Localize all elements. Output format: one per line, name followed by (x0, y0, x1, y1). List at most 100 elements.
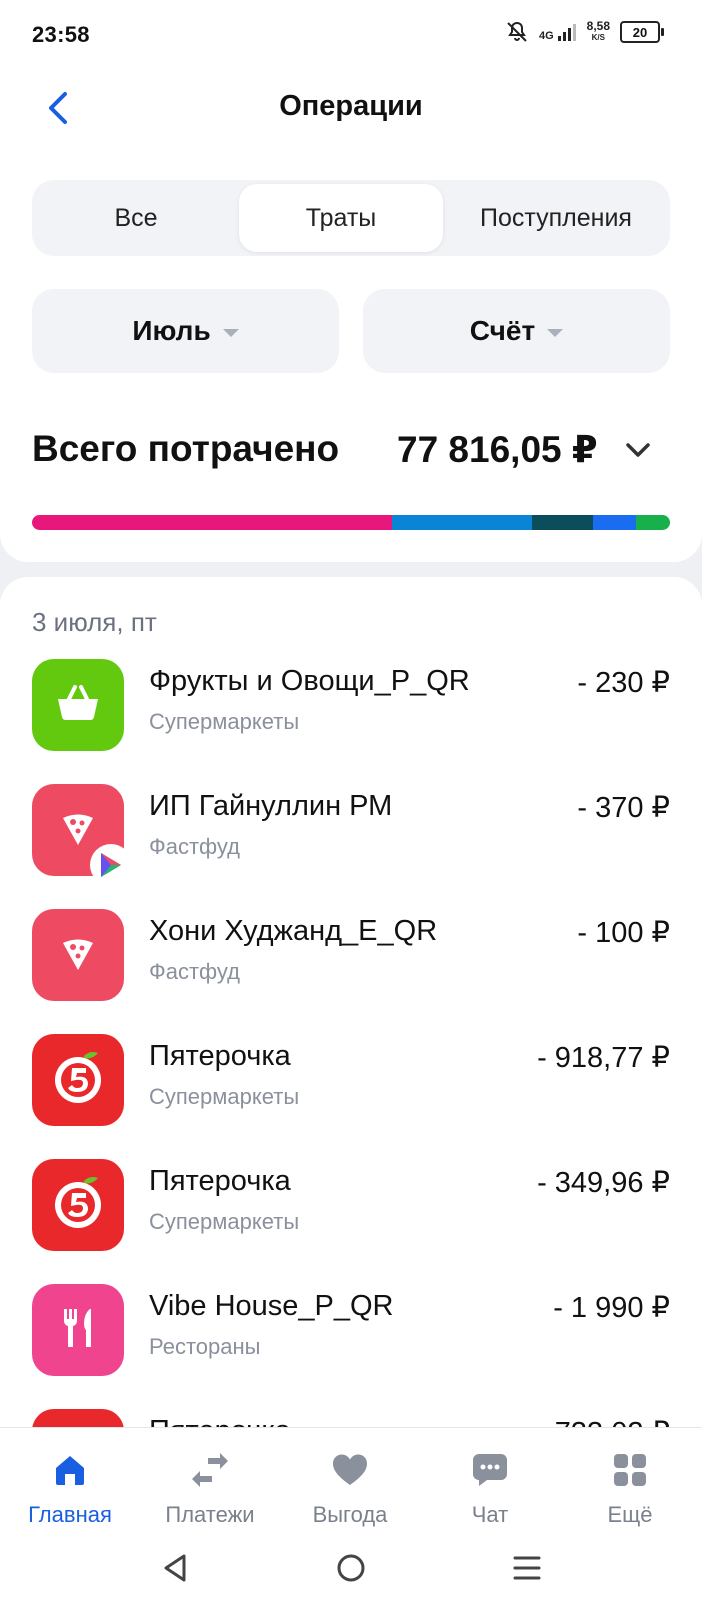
network-speed: 8,58 K/S (587, 20, 610, 44)
merchant-category: Фастфуд (149, 959, 240, 984)
basket-icon (55, 683, 101, 728)
merchant-logo (32, 659, 124, 751)
top-card: 23:58 4G 8,58 K/S 20 Операции Все Траты … (0, 0, 702, 562)
nav-chat-label: Чат (471, 1502, 509, 1527)
spending-segment (392, 515, 532, 530)
list-item[interactable]: Пятерочка Супермаркеты - 349,96 ₽ (0, 1159, 702, 1288)
system-menu-button[interactable] (502, 1543, 552, 1593)
expand-summary-button[interactable] (624, 440, 652, 465)
pizza-icon (58, 933, 98, 978)
operations-rows: Фрукты и Овощи_P_QR Супермаркеты - 230 ₽ ИП… (0, 659, 702, 1427)
nav-payments-label: Платежи (165, 1502, 255, 1527)
operation-amount: - 370 ₽ (577, 792, 670, 824)
network-type: 4G (538, 30, 554, 42)
circle-home-icon (337, 1554, 365, 1582)
nav-more[interactable]: Ещё (560, 1450, 700, 1528)
spending-breakdown-bar (32, 515, 670, 530)
battery-level: 20 (632, 24, 648, 40)
merchant-logo (32, 909, 124, 1001)
merchant-logo (32, 1159, 124, 1251)
chat-icon (473, 1454, 507, 1486)
tab-all[interactable]: Все (36, 184, 236, 252)
spending-segment (32, 515, 393, 530)
speed-value: 8,58 (586, 19, 610, 33)
grid-icon (614, 1454, 646, 1486)
heart-icon (333, 1454, 367, 1485)
operation-amount: - 230 ₽ (577, 667, 670, 699)
merchant-category: Супермаркеты (149, 1209, 300, 1234)
caret-down-icon (222, 329, 239, 337)
month-filter[interactable]: Июль (32, 289, 339, 373)
operation-amount: - 100 ₽ (577, 917, 670, 949)
system-navigation (0, 1543, 702, 1593)
merchant-name: Хони Худжанд_E_QR (149, 915, 438, 947)
merchant-category: Фастфуд (149, 834, 240, 859)
nav-home[interactable]: Главная (0, 1450, 140, 1528)
triangle-back-icon (164, 1554, 186, 1582)
merchant-name: Vibe House_P_QR (149, 1290, 394, 1322)
transfer-arrows-icon (192, 1453, 228, 1487)
spending-segment (635, 515, 670, 530)
status-bar: 23:58 4G 8,58 K/S 20 (0, 0, 702, 72)
total-spent-amount: 77 816,05 ₽ (397, 429, 598, 470)
status-time: 23:58 (32, 22, 90, 47)
operations-list: 3 июля, пт Фрукты и Овощи_P_QR Супермарке… (0, 577, 702, 1427)
signal-icon (557, 24, 576, 41)
merchant-name: Пятерочка (149, 1415, 291, 1427)
play-badge-icon (90, 844, 132, 886)
page-title: Операции (279, 90, 423, 122)
operation-amount: - 349,96 ₽ (537, 1167, 670, 1199)
pyaterochka-logo (48, 1173, 108, 1238)
account-filter-label: Счёт (469, 315, 536, 346)
merchant-logo (32, 1284, 124, 1376)
nav-benefits[interactable]: Выгода (280, 1450, 420, 1528)
operation-amount: - 1 990 ₽ (553, 1292, 670, 1324)
chevron-down-icon (626, 443, 650, 457)
caret-down-icon (547, 329, 564, 337)
network-indicator: 4G (539, 22, 577, 42)
home-icon (56, 1456, 84, 1485)
merchant-category: Супермаркеты (149, 709, 300, 734)
merchant-logo (32, 1409, 124, 1427)
operation-amount: - 733,02 ₽ (537, 1415, 670, 1427)
list-item[interactable]: Vibe House_P_QR Рестораны - 1 990 ₽ (0, 1284, 702, 1413)
system-home-button[interactable] (326, 1543, 376, 1593)
list-item[interactable]: Хони Худжанд_E_QR Фастфуд - 100 ₽ (0, 909, 702, 1038)
pyaterochka-logo (48, 1048, 108, 1113)
speed-unit: K/S (591, 33, 605, 42)
list-item[interactable]: Пятерочка - 733,02 ₽ (0, 1409, 702, 1427)
nav-chat[interactable]: Чат (420, 1450, 560, 1528)
pizza-icon (58, 808, 98, 853)
nav-home-label: Главная (28, 1502, 112, 1527)
operation-amount: - 918,77 ₽ (537, 1042, 670, 1074)
fork-knife-icon (58, 1306, 98, 1355)
merchant-category: Рестораны (149, 1334, 261, 1359)
battery-icon: 20 (620, 21, 664, 43)
total-spent-label: Всего потрачено (32, 428, 340, 469)
status-icons: 4G 8,58 K/S 20 (505, 20, 664, 44)
merchant-name: ИП Гайнуллин РМ (149, 790, 393, 822)
date-header: 3 июля, пт (32, 607, 157, 637)
merchant-name: Фрукты и Овощи_P_QR (149, 665, 470, 697)
merchant-category: Супермаркеты (149, 1084, 300, 1109)
merchant-name: Пятерочка (149, 1040, 291, 1072)
nav-payments[interactable]: Платежи (140, 1450, 280, 1528)
bell-off-icon (507, 21, 527, 42)
tab-income[interactable]: Поступления (446, 184, 666, 252)
account-filter[interactable]: Счёт (363, 289, 670, 373)
merchant-name: Пятерочка (149, 1165, 291, 1197)
list-item[interactable]: ИП Гайнуллин РМ Фастфуд - 370 ₽ (0, 784, 702, 913)
merchant-logo (32, 1034, 124, 1126)
list-item[interactable]: Фрукты и Овощи_P_QR Супермаркеты - 230 ₽ (0, 659, 702, 788)
nav-benefits-label: Выгода (312, 1502, 388, 1527)
tab-spending[interactable]: Траты (239, 184, 443, 252)
list-item[interactable]: Пятерочка Супермаркеты - 918,77 ₽ (0, 1034, 702, 1163)
month-filter-label: Июль (132, 315, 211, 346)
operation-type-tabs: Все Траты Поступления (32, 180, 670, 256)
nav-more-label: Ещё (607, 1502, 653, 1527)
hamburger-icon (513, 1556, 541, 1580)
spending-segment (593, 515, 636, 530)
spending-segment (531, 515, 594, 530)
system-back-button[interactable] (150, 1543, 200, 1593)
bottom-navigation: Главная Платежи Выгода Чат Ещё (0, 1427, 702, 1601)
